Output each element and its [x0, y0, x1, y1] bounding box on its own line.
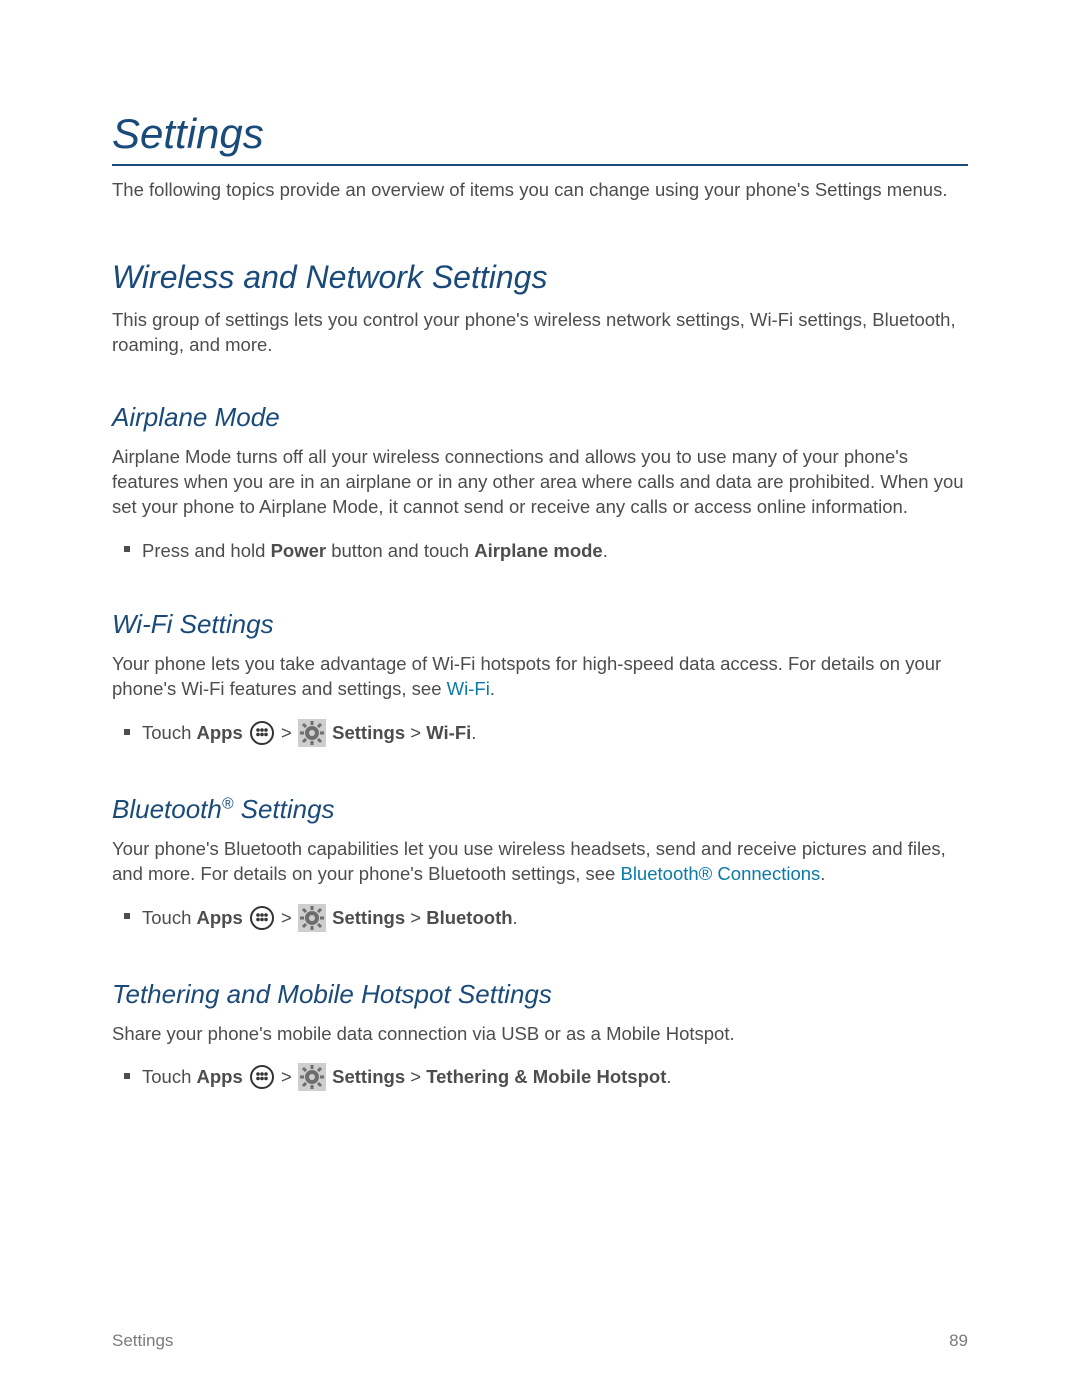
text: Bluetooth: [112, 794, 222, 824]
subsection-airplane-heading: Airplane Mode: [112, 402, 968, 433]
list-item: Press and hold Power button and touch Ai…: [142, 536, 968, 566]
text: .: [471, 722, 476, 743]
subsection-tethering-body: Share your phone's mobile data connectio…: [112, 1022, 968, 1047]
separator: >: [405, 722, 426, 743]
subsection-wifi-body: Your phone lets you take advantage of Wi…: [112, 652, 968, 702]
gear-icon: [298, 1063, 326, 1091]
bold-text: Settings: [332, 722, 405, 743]
document-page: Settings The following topics provide an…: [0, 0, 1080, 1397]
gear-icon: [298, 719, 326, 747]
text: Touch: [142, 907, 197, 928]
text: .: [666, 1066, 671, 1087]
apps-icon: [249, 720, 275, 746]
text: .: [820, 863, 825, 884]
wifi-link[interactable]: Wi-Fi: [447, 678, 490, 699]
subsection-tethering-heading: Tethering and Mobile Hotspot Settings: [112, 979, 968, 1010]
bold-text: Settings: [332, 1066, 405, 1087]
bold-text: Tethering & Mobile Hotspot: [426, 1066, 666, 1087]
wifi-steps: Touch Apps > Settings > Wi-Fi.: [112, 718, 968, 750]
bold-text: Apps: [197, 907, 243, 928]
bold-text: Apps: [197, 1066, 243, 1087]
bold-text: Settings: [332, 907, 405, 928]
text: Press and hold: [142, 540, 271, 561]
tethering-steps: Touch Apps > Settings > Tethering & Mobi…: [112, 1062, 968, 1094]
text: .: [490, 678, 495, 699]
registered-mark: ®: [222, 795, 234, 812]
text: .: [603, 540, 608, 561]
text: Touch: [142, 722, 197, 743]
bluetooth-link[interactable]: Bluetooth® Connections: [620, 863, 820, 884]
separator: >: [281, 1066, 297, 1087]
subsection-bluetooth-heading: Bluetooth® Settings: [112, 794, 968, 825]
bold-text: Airplane mode: [474, 540, 603, 561]
text: button and touch: [326, 540, 474, 561]
section-wireless-body: This group of settings lets you control …: [112, 308, 968, 358]
bold-text: Apps: [197, 722, 243, 743]
separator: >: [281, 907, 297, 928]
subsection-wifi-heading: Wi-Fi Settings: [112, 609, 968, 640]
page-footer: Settings 89: [112, 1331, 968, 1351]
bold-text: Bluetooth: [426, 907, 512, 928]
footer-page-number: 89: [949, 1331, 968, 1351]
text: Touch: [142, 1066, 197, 1087]
footer-label: Settings: [112, 1331, 173, 1351]
separator: >: [405, 1066, 426, 1087]
apps-icon: [249, 1064, 275, 1090]
intro-paragraph: The following topics provide an overview…: [112, 178, 968, 203]
page-title: Settings: [112, 110, 968, 166]
gear-icon: [298, 904, 326, 932]
list-item: Touch Apps > Settings > Wi-Fi.: [142, 718, 968, 750]
subsection-airplane-body: Airplane Mode turns off all your wireles…: [112, 445, 968, 520]
apps-icon: [249, 905, 275, 931]
list-item: Touch Apps > Settings > Tethering & Mobi…: [142, 1062, 968, 1094]
subsection-bluetooth-body: Your phone's Bluetooth capabilities let …: [112, 837, 968, 887]
section-wireless-heading: Wireless and Network Settings: [112, 259, 968, 296]
bluetooth-steps: Touch Apps > Settings > Bluetooth.: [112, 903, 968, 935]
list-item: Touch Apps > Settings > Bluetooth.: [142, 903, 968, 935]
bold-text: Wi-Fi: [426, 722, 471, 743]
text: Settings: [233, 794, 334, 824]
separator: >: [281, 722, 297, 743]
bold-text: Power: [271, 540, 327, 561]
airplane-steps: Press and hold Power button and touch Ai…: [112, 536, 968, 566]
text: Your phone lets you take advantage of Wi…: [112, 653, 941, 699]
separator: >: [405, 907, 426, 928]
text: .: [513, 907, 518, 928]
